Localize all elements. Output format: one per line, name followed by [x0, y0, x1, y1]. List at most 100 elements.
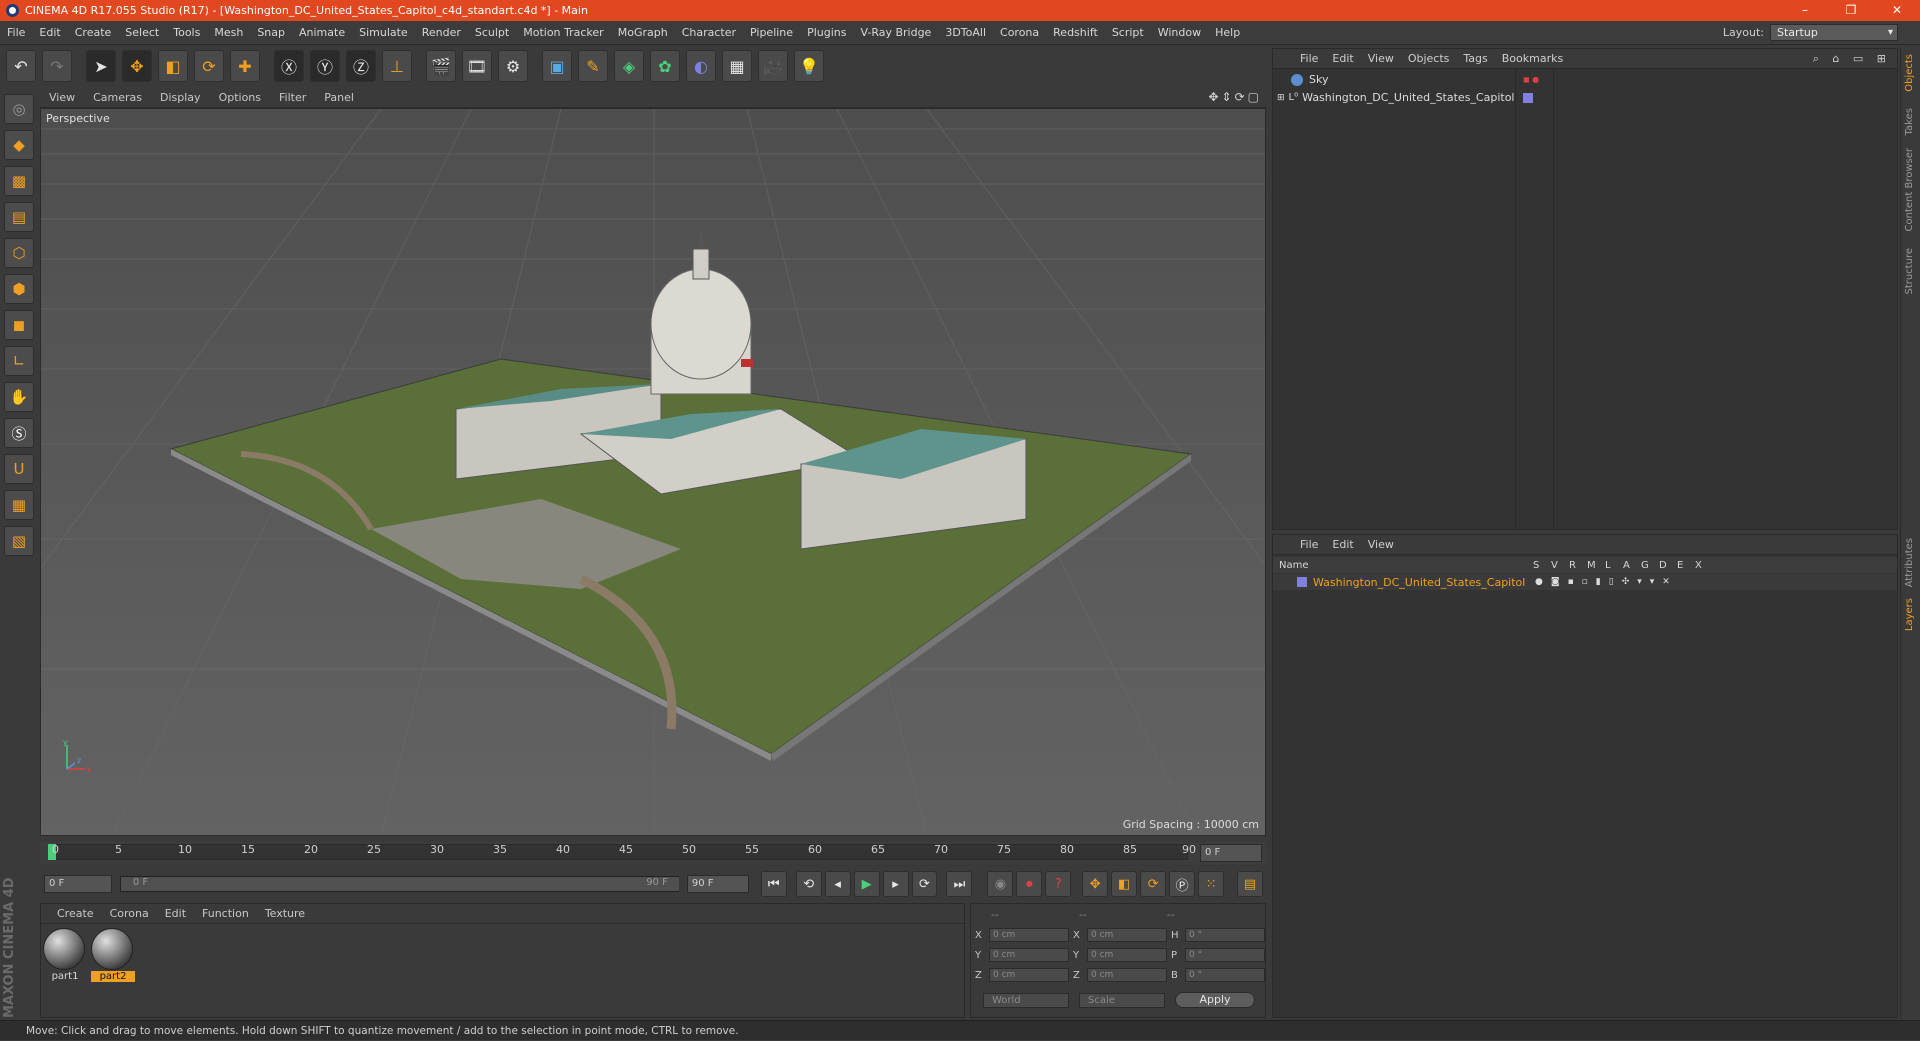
menu-simulate[interactable]: Simulate — [352, 21, 415, 45]
start-frame-field[interactable]: 0 F — [44, 875, 112, 893]
size-mode-dropdown[interactable]: Scale — [1079, 992, 1165, 1008]
layout-dropdown[interactable]: Startup — [1770, 24, 1898, 41]
tweak-mode-icon[interactable]: ✋ — [4, 382, 34, 412]
cube-object-icon[interactable]: ▣ — [542, 50, 572, 82]
column-expressions[interactable]: E — [1677, 560, 1695, 571]
current-frame-field[interactable]: 0 F — [1200, 844, 1262, 862]
go-to-end-icon[interactable]: ⏭ — [946, 871, 973, 897]
layer-row-capitol[interactable]: Washington_DC_United_States_Capitol ●◙▪▫… — [1273, 574, 1897, 590]
layer-menu-file[interactable]: File — [1293, 538, 1325, 551]
deformer-icon[interactable]: ◐ — [686, 50, 716, 82]
x-axis-lock-icon[interactable]: Ⓧ — [274, 50, 304, 82]
menu-create[interactable]: Create — [68, 21, 119, 45]
render-picture-viewer-icon[interactable]: 🎞 — [462, 50, 492, 82]
z-axis-lock-icon[interactable]: Ⓩ — [346, 50, 376, 82]
material-part1[interactable]: part1 — [43, 928, 87, 982]
position-x-field[interactable]: 0 cm — [989, 928, 1069, 942]
rotation-h-field[interactable]: 0 ° — [1185, 928, 1265, 942]
key-position-icon[interactable]: ✥ — [1082, 871, 1109, 897]
subdivision-surface-icon[interactable]: ◈ — [614, 50, 644, 82]
play-icon[interactable]: ▶ — [853, 871, 880, 897]
floor-icon[interactable]: ▦ — [722, 50, 752, 82]
menu-window[interactable]: Window — [1151, 21, 1208, 45]
object-menu-tags[interactable]: Tags — [1456, 52, 1494, 65]
tab-content-browser[interactable]: Content Browser — [1904, 148, 1915, 231]
tab-structure[interactable]: Structure — [1904, 248, 1915, 295]
position-z-field[interactable]: 0 cm — [989, 968, 1069, 982]
layer-color-swatch[interactable] — [1297, 577, 1307, 587]
object-menu-bookmarks[interactable]: Bookmarks — [1495, 52, 1570, 65]
polygons-mode-icon[interactable]: ◼ — [4, 310, 34, 340]
layer-color-swatch[interactable] — [1523, 92, 1533, 103]
menu-snap[interactable]: Snap — [250, 21, 292, 45]
rotate-tool-icon[interactable]: ⟳ — [194, 50, 224, 82]
expand-icon[interactable]: ⊞ — [1277, 93, 1285, 103]
menu-corona[interactable]: Corona — [993, 21, 1046, 45]
solo-icon[interactable]: Ⓢ — [4, 418, 34, 448]
viewport-navigation-icons[interactable]: ✥⇕⟳▢ — [1208, 90, 1262, 104]
select-cursor-icon[interactable]: ➤ — [86, 50, 116, 82]
timeline-window-icon[interactable]: ▤ — [1237, 871, 1263, 897]
tab-attributes[interactable]: Attributes — [1904, 538, 1915, 587]
menu-motion-tracker[interactable]: Motion Tracker — [516, 21, 610, 45]
coordinate-system-icon[interactable]: ⊥ — [382, 50, 412, 82]
scale-tool-icon[interactable]: ◧ — [158, 50, 188, 82]
size-z-field[interactable]: 0 cm — [1087, 968, 1167, 982]
object-menu-objects[interactable]: Objects — [1401, 52, 1457, 65]
redo-icon[interactable]: ↷ — [42, 50, 72, 82]
snap-magnet-icon[interactable]: U — [4, 454, 34, 484]
light-icon[interactable]: 💡 — [794, 50, 824, 82]
frame-range-slider[interactable]: 0 F 90 F — [119, 876, 679, 892]
menu-3dtoall[interactable]: 3DToAll — [938, 21, 993, 45]
end-frame-field[interactable]: 90 F — [686, 875, 749, 893]
object-menu-view[interactable]: View — [1361, 52, 1401, 65]
record-keys-icon[interactable]: ◉ — [987, 871, 1014, 897]
object-row-capitol[interactable]: ⊞ L⁰ Washington_DC_United_States_Capitol — [1273, 89, 1897, 106]
menu-pipeline[interactable]: Pipeline — [743, 21, 800, 45]
viewport-menu-display[interactable]: Display — [151, 91, 210, 104]
keyframe-selection-icon[interactable]: ? — [1045, 871, 1072, 897]
column-locked[interactable]: L — [1605, 560, 1623, 571]
layer-menu-edit[interactable]: Edit — [1325, 538, 1360, 551]
menu-vray-bridge[interactable]: V-Ray Bridge — [853, 21, 938, 45]
menu-select[interactable]: Select — [118, 21, 166, 45]
workplane-lock-icon[interactable]: ▦ — [4, 490, 34, 520]
column-view[interactable]: V — [1551, 560, 1569, 571]
render-view-icon[interactable]: 🎬 — [426, 50, 456, 82]
autokey-icon[interactable]: ⏺ — [1016, 871, 1043, 897]
perspective-viewport[interactable]: Perspective y z x Grid Spacing : 10000 c… — [40, 108, 1266, 836]
apply-button[interactable]: Apply — [1175, 992, 1255, 1008]
make-editable-icon[interactable]: ◎ — [4, 94, 34, 124]
tab-objects[interactable]: Objects — [1904, 54, 1915, 92]
menu-file[interactable]: File — [0, 21, 32, 45]
tab-layers[interactable]: Layers — [1904, 598, 1915, 631]
edges-mode-icon[interactable]: ⬢ — [4, 274, 34, 304]
previous-key-icon[interactable]: ⟲ — [795, 871, 822, 897]
axis-mode-icon[interactable]: ∟ — [4, 346, 34, 376]
column-solo[interactable]: S — [1533, 560, 1551, 571]
close-button[interactable]: ✕ — [1874, 0, 1920, 21]
object-row-sky[interactable]: Sky ◼ ● — [1273, 71, 1897, 88]
rotation-b-field[interactable]: 0 ° — [1185, 968, 1265, 982]
coordinate-mode-dropdown[interactable]: World — [983, 992, 1069, 1008]
tab-takes[interactable]: Takes — [1904, 108, 1915, 135]
menu-render[interactable]: Render — [415, 21, 468, 45]
minimize-button[interactable]: – — [1782, 0, 1828, 21]
render-settings-icon[interactable]: ⚙ — [498, 50, 528, 82]
camera-icon[interactable]: 🎥 — [758, 50, 788, 82]
viewport-menu-panel[interactable]: Panel — [315, 91, 363, 104]
workplane-icon[interactable]: ▤ — [4, 202, 34, 232]
menu-mesh[interactable]: Mesh — [207, 21, 250, 45]
column-generators[interactable]: G — [1641, 560, 1659, 571]
key-pla-icon[interactable]: ⁙ — [1198, 871, 1225, 897]
object-menu-file[interactable]: File — [1293, 52, 1325, 65]
visibility-dots[interactable]: ◼ ● — [1523, 75, 1539, 84]
points-mode-icon[interactable]: ⬡ — [4, 238, 34, 268]
menu-tools[interactable]: Tools — [166, 21, 207, 45]
column-xref[interactable]: X — [1695, 560, 1713, 571]
menu-plugins[interactable]: Plugins — [800, 21, 853, 45]
column-render[interactable]: R — [1569, 560, 1587, 571]
menu-script[interactable]: Script — [1105, 21, 1151, 45]
viewport-menu-options[interactable]: Options — [210, 91, 270, 104]
timeline-ruler[interactable]: 0 5 10 15 20 25 30 35 40 45 50 55 60 65 … — [40, 842, 1266, 864]
